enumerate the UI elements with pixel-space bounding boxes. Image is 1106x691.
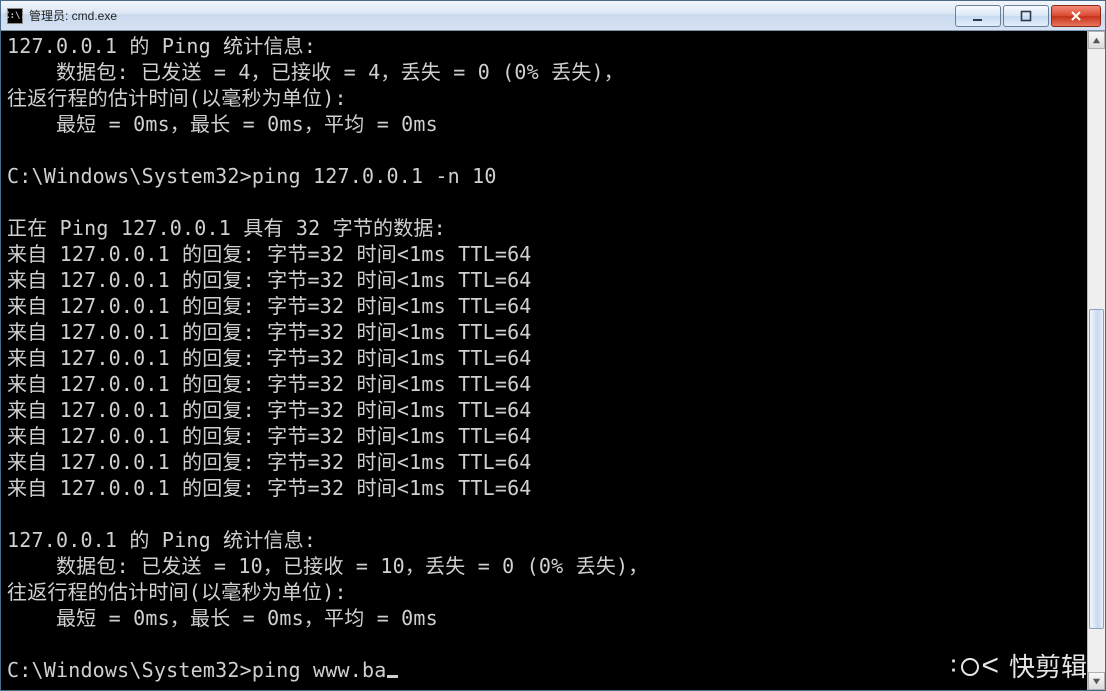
cmd-window: C:\. 管理员: cmd.exe 127.0.0.1 的 Ping 统计信息:… [0,0,1106,691]
terminal-output[interactable]: 127.0.0.1 的 Ping 统计信息: 数据包: 已发送 = 4，已接收 … [1,31,1087,690]
chevron-down-icon [1092,677,1101,686]
maximize-button[interactable] [1003,5,1049,27]
maximize-icon [1019,9,1033,23]
minimize-icon [971,9,985,23]
scroll-down-button[interactable] [1088,672,1105,690]
close-icon [1069,9,1083,23]
minimize-button[interactable] [955,5,1001,27]
close-button[interactable] [1051,5,1101,27]
terminal-wrapper: 127.0.0.1 的 Ping 统计信息: 数据包: 已发送 = 4，已接收 … [1,31,1105,690]
scrollbar-thumb[interactable] [1089,309,1104,629]
scroll-up-button[interactable] [1088,31,1105,49]
text-cursor [387,675,398,678]
chevron-up-icon [1092,36,1101,45]
scrollbar-track[interactable] [1088,49,1105,672]
system-menu-icon[interactable]: C:\. [7,8,23,24]
title-bar[interactable]: C:\. 管理员: cmd.exe [1,1,1105,31]
window-buttons [955,5,1103,27]
vertical-scrollbar[interactable] [1087,31,1105,690]
window-title: 管理员: cmd.exe [29,7,117,24]
